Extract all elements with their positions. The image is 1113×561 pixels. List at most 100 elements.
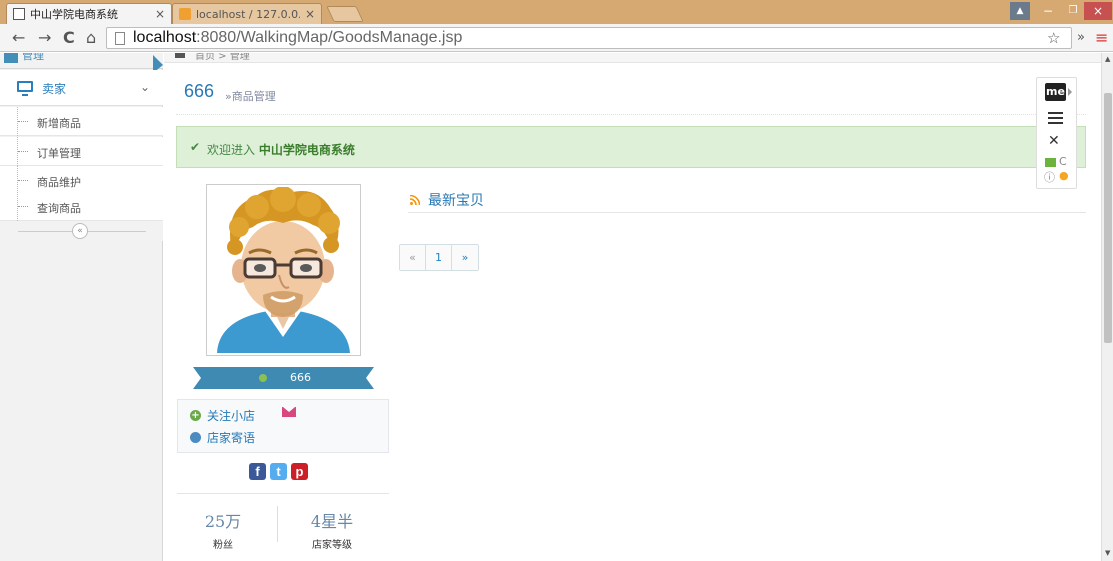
page-icon bbox=[115, 32, 125, 45]
newest-items-label: 最新宝贝 bbox=[428, 193, 484, 209]
sidebar-item-add-goods[interactable]: 新增商品 bbox=[0, 107, 163, 136]
browser-toolbar: ← → C ⌂ localhost:8080/WalkingMap/GoodsM… bbox=[0, 24, 1113, 52]
info-icon[interactable]: ⓘ bbox=[1044, 169, 1055, 185]
eye-icon[interactable]: ● bbox=[1059, 169, 1069, 182]
url-host: localhost bbox=[133, 29, 197, 46]
monitor-icon bbox=[17, 81, 33, 96]
breadcrumb: 首页 > 管理 bbox=[164, 53, 1101, 63]
home-icon bbox=[175, 53, 185, 58]
alert-prefix: 欢迎进入 bbox=[207, 143, 256, 157]
stat-value: 25万 bbox=[204, 512, 242, 531]
screenshot-icon[interactable] bbox=[1045, 158, 1056, 167]
page-1-button[interactable]: 1 bbox=[426, 245, 452, 270]
profile-stats: 25万 粉丝 4星半 店家等级 bbox=[177, 493, 389, 553]
social-buttons: f t p bbox=[249, 463, 308, 481]
vertical-scrollbar[interactable]: ▲ ▼ bbox=[1101, 53, 1113, 561]
dashboard-icon bbox=[4, 53, 18, 63]
minimize-button[interactable]: − bbox=[1036, 2, 1060, 20]
expand-arrow-icon bbox=[1068, 88, 1072, 96]
tree-dash bbox=[18, 180, 28, 181]
tab-title: localhost / 127.0.0.1 / s bbox=[196, 7, 300, 21]
pagination: « 1 » bbox=[399, 244, 479, 271]
plus-circle-icon: + bbox=[190, 409, 201, 421]
back-button[interactable]: ← bbox=[12, 28, 25, 48]
bookmark-star-icon[interactable]: ☆ bbox=[1047, 28, 1060, 48]
browser-titlebar: 中山学院电商系统 × localhost / 127.0.0.1 / s × ▲… bbox=[0, 0, 1113, 24]
collapse-sidebar-button[interactable]: « bbox=[72, 223, 88, 239]
stat-divider bbox=[277, 506, 278, 542]
page-title: 666 bbox=[184, 81, 215, 101]
stat-level: 4星半 店家等级 bbox=[292, 508, 372, 551]
profile-avatar bbox=[206, 184, 361, 356]
online-status-dot bbox=[259, 374, 267, 382]
chevron-down-icon: ⌄ bbox=[140, 80, 151, 94]
scroll-down-icon[interactable]: ▼ bbox=[1105, 549, 1110, 557]
prev-page-button[interactable]: « bbox=[400, 245, 426, 270]
breadcrumb-text[interactable]: 首页 > 管理 bbox=[195, 53, 250, 62]
tab-close-icon[interactable]: × bbox=[305, 7, 315, 21]
stat-caption: 店家等级 bbox=[312, 540, 352, 551]
browser-menu-button[interactable]: ≡ bbox=[1095, 28, 1108, 48]
hamburger-menu-icon[interactable] bbox=[1048, 112, 1063, 127]
follow-shop-link[interactable]: + 关注小店 bbox=[190, 406, 255, 424]
browser-tab-active[interactable]: 中山学院电商系统 × bbox=[6, 3, 172, 24]
pinterest-icon[interactable]: p bbox=[291, 463, 308, 480]
tree-dash bbox=[18, 151, 28, 152]
shop-message-link[interactable]: 店家寄语 bbox=[190, 428, 255, 446]
sidebar-item-maintain-goods[interactable]: 商品维护 bbox=[0, 166, 163, 195]
forward-button[interactable]: → bbox=[38, 28, 51, 48]
sidebar-item-search-goods[interactable]: 查询商品 bbox=[0, 192, 163, 221]
address-bar[interactable]: localhost:8080/WalkingMap/GoodsManage.js… bbox=[106, 27, 1072, 49]
sidebar-top-label[interactable]: 管理 bbox=[22, 53, 44, 63]
globe-icon bbox=[190, 431, 201, 443]
alert-text: 欢迎进入 中山学院电商系统 bbox=[207, 141, 355, 158]
sidebar-item-orders[interactable]: 订单管理 bbox=[0, 137, 163, 166]
profile-name-ribbon: 666 bbox=[193, 367, 374, 389]
avatar-illustration bbox=[209, 186, 358, 353]
more-extensions-button[interactable]: » bbox=[1077, 28, 1085, 48]
tab-title: 中山学院电商系统 bbox=[30, 8, 118, 21]
newest-items-header: 最新宝贝 bbox=[408, 189, 1086, 213]
check-icon: ✔ bbox=[190, 140, 201, 154]
envelope-icon[interactable] bbox=[282, 407, 296, 417]
page-viewport: 管理 卖家 ⌄ 新增商品 订单管理 商品维护 查询商品 « 首页 > 管理 66… bbox=[0, 53, 1101, 561]
new-tab-button[interactable] bbox=[326, 6, 364, 22]
shop-links: + 关注小店 店家寄语 bbox=[177, 399, 389, 453]
restore-button[interactable]: ❐ bbox=[1062, 2, 1084, 20]
facebook-icon[interactable]: f bbox=[249, 463, 266, 480]
welcome-alert: ✔ 欢迎进入 中山学院电商系统 bbox=[176, 126, 1086, 168]
sidebar-item-label: 商品维护 bbox=[37, 176, 81, 189]
shop-message-label: 店家寄语 bbox=[207, 430, 256, 445]
close-window-button[interactable]: × bbox=[1084, 2, 1112, 20]
page-subtitle: »商品管理 bbox=[225, 90, 276, 103]
stat-fans: 25万 粉丝 bbox=[183, 508, 263, 551]
stat-caption: 粉丝 bbox=[213, 540, 233, 551]
refresh-icon[interactable]: C bbox=[1059, 155, 1067, 168]
sidebar: 管理 卖家 ⌄ 新增商品 订单管理 商品维护 查询商品 « bbox=[0, 53, 163, 561]
reload-button[interactable]: C bbox=[63, 28, 75, 48]
magic-wand-icon[interactable]: ✕ bbox=[1048, 133, 1060, 149]
home-button[interactable]: ⌂ bbox=[86, 28, 96, 48]
follow-shop-label: 关注小店 bbox=[207, 408, 256, 423]
sidebar-item-label: 订单管理 bbox=[37, 147, 81, 160]
scrollbar-thumb[interactable] bbox=[1104, 93, 1112, 343]
next-page-button[interactable]: » bbox=[452, 245, 478, 270]
page-header: 666 »商品管理 bbox=[176, 79, 1086, 115]
tab-close-icon[interactable]: × bbox=[155, 7, 165, 21]
profile-name: 666 bbox=[290, 371, 311, 384]
stat-value: 4星半 bbox=[310, 512, 354, 531]
scroll-up-icon[interactable]: ▲ bbox=[1105, 55, 1110, 63]
page-favicon-icon bbox=[13, 8, 25, 20]
user-profile-button[interactable]: ▲ bbox=[1010, 2, 1030, 20]
tree-dash bbox=[18, 121, 28, 122]
me-extension-button[interactable]: me bbox=[1045, 83, 1066, 101]
sidebar-collapse-bar: « bbox=[0, 221, 163, 241]
twitter-icon[interactable]: t bbox=[270, 463, 287, 480]
sidebar-item-seller[interactable]: 卖家 ⌄ bbox=[0, 70, 163, 106]
extension-panel: me ✕ C ⓘ ● bbox=[1036, 77, 1077, 189]
alert-emphasis: 中山学院电商系统 bbox=[258, 143, 355, 157]
sidebar-section-label: 卖家 bbox=[42, 82, 67, 96]
url-path: :8080/WalkingMap/GoodsManage.jsp bbox=[196, 29, 463, 46]
phpmyadmin-favicon-icon bbox=[179, 8, 191, 20]
browser-tab-phpmyadmin[interactable]: localhost / 127.0.0.1 / s × bbox=[172, 3, 322, 24]
